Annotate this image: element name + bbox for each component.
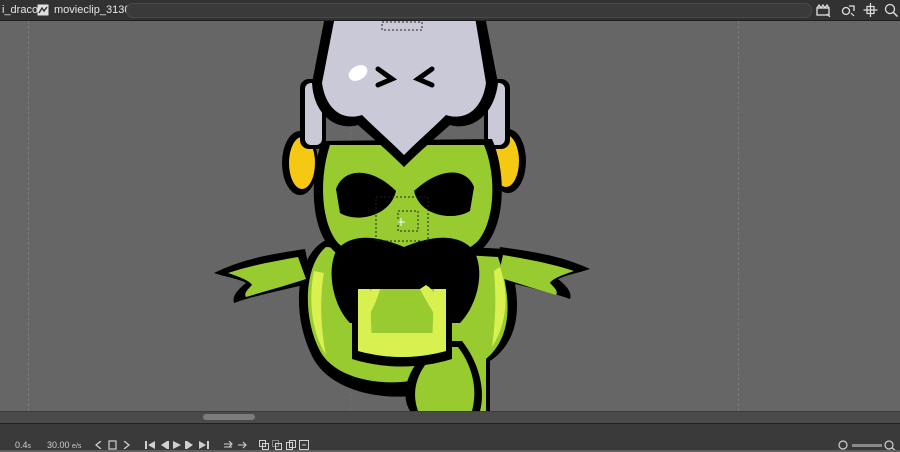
edit-scene-icon[interactable] xyxy=(816,3,831,17)
first-frame-icon[interactable] xyxy=(145,441,155,449)
magnifier-icon[interactable] xyxy=(884,3,899,17)
loop-icon[interactable] xyxy=(223,441,233,449)
step-back-icon[interactable] xyxy=(159,441,169,449)
horizontal-scrollbar[interactable] xyxy=(0,411,900,423)
loop-range-icon[interactable] xyxy=(237,441,247,449)
last-frame-icon[interactable] xyxy=(199,441,209,449)
breadcrumb-bar[interactable] xyxy=(126,3,812,18)
play-icon[interactable] xyxy=(173,441,181,449)
scrollbar-thumb[interactable] xyxy=(203,414,255,420)
breadcrumb-scene[interactable]: i_draco xyxy=(2,0,38,20)
scene-name: i_draco xyxy=(2,4,39,16)
edit-bar: i_draco movieclip_31300 xyxy=(0,0,900,21)
timeline-zoom-slider[interactable] xyxy=(852,444,882,447)
edit-symbols-icon[interactable] xyxy=(841,3,856,17)
movieclip-icon xyxy=(37,4,49,16)
insert-frame-icon[interactable] xyxy=(95,441,103,449)
dragon-character[interactable] xyxy=(0,21,900,411)
frame-rate[interactable]: 30.00 e/s xyxy=(47,440,81,452)
next-insert-icon[interactable] xyxy=(122,441,130,449)
stage[interactable] xyxy=(0,21,900,411)
movieclip-name: movieclip_31300 xyxy=(54,4,137,16)
step-forward-icon[interactable] xyxy=(185,441,195,449)
current-time: 0.4s xyxy=(15,440,32,450)
breadcrumb-movieclip[interactable]: movieclip_31300 xyxy=(37,0,137,20)
center-stage-icon[interactable] xyxy=(863,3,878,17)
timeline-controls: 0.4s 30.00 e/s xyxy=(0,423,900,450)
